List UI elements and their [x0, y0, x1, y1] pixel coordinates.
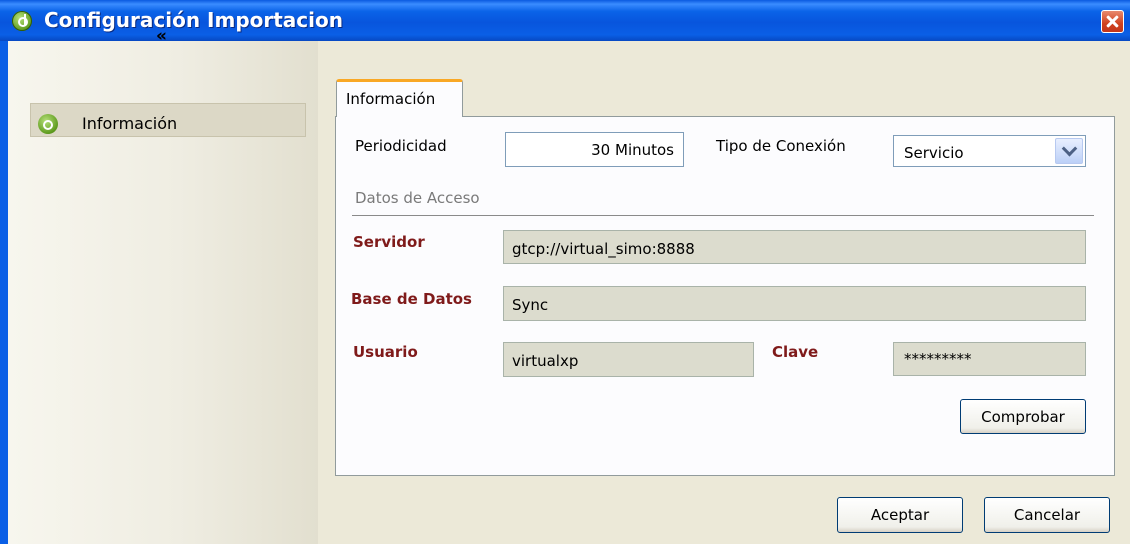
servidor-label: Servidor — [353, 233, 425, 251]
app-logo-icon — [12, 11, 32, 31]
chevron-down-icon[interactable] — [1055, 138, 1083, 164]
servidor-field[interactable]: gtcp://virtual_simo:8888 — [503, 230, 1086, 264]
usuario-label: Usuario — [353, 343, 418, 361]
clave-label: Clave — [772, 343, 819, 361]
tab-label: Información — [346, 90, 436, 108]
clave-field[interactable]: ********* — [893, 342, 1086, 376]
comprobar-button[interactable]: Comprobar — [960, 399, 1086, 434]
window-title: Configuración Importacion — [44, 8, 343, 32]
base-datos-label: Base de Datos — [351, 290, 472, 308]
periodicidad-input[interactable]: 30 Minutos — [505, 132, 684, 167]
periodicidad-label: Periodicidad — [355, 137, 447, 155]
title-bar[interactable]: Configuración Importacion — [0, 0, 1130, 41]
dialog-window: Configuración Importacion « Información … — [0, 0, 1130, 544]
app-logo-icon — [38, 114, 58, 134]
aceptar-button[interactable]: Aceptar — [837, 497, 963, 533]
collapse-sidebar-button[interactable]: « — [156, 28, 167, 45]
close-icon[interactable] — [1101, 10, 1124, 33]
sidebar-item-label: Información — [82, 114, 178, 133]
cancelar-button[interactable]: Cancelar — [984, 497, 1110, 533]
section-divider — [352, 215, 1094, 216]
tipo-conexion-label: Tipo de Conexión — [716, 137, 846, 155]
usuario-field[interactable]: virtualxp — [503, 342, 754, 377]
section-title: Datos de Acceso — [355, 189, 480, 207]
base-datos-field[interactable]: Sync — [503, 286, 1086, 321]
